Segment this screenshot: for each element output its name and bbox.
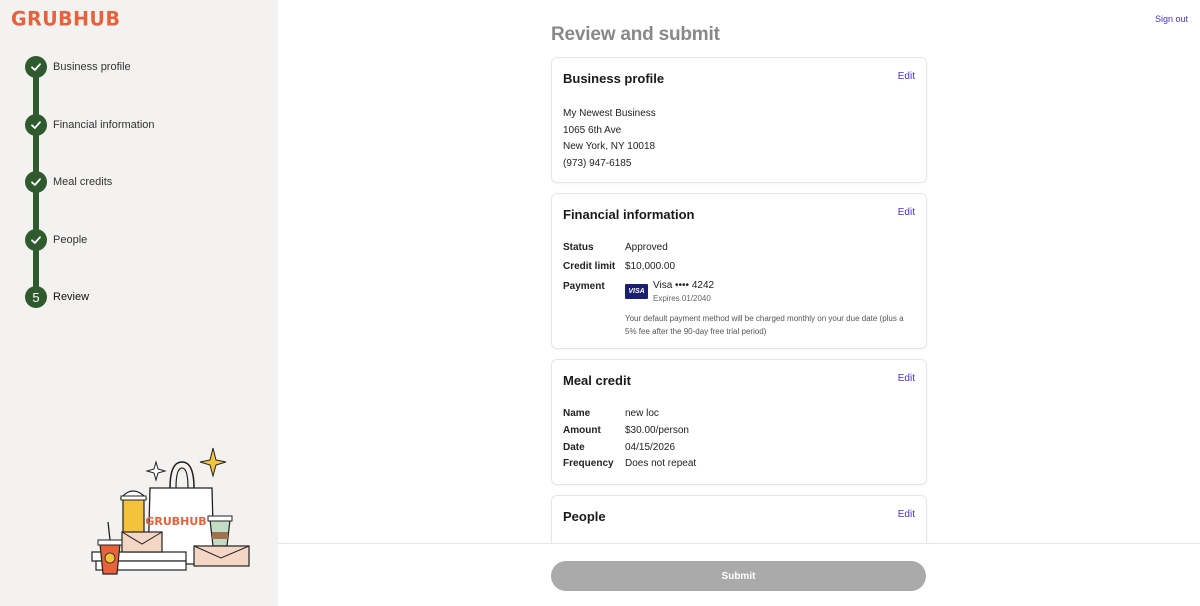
grubhub-logo[interactable]: GRUBHUB (11, 7, 120, 30)
business-profile-card: Business profile Edit My Newest Business… (551, 57, 927, 183)
edit-people-link[interactable]: Edit (898, 509, 915, 520)
step-meal-credits[interactable]: Meal credits (25, 171, 265, 193)
date-value: 04/15/2026 (625, 442, 676, 453)
phone-number: (973) 947-6185 (563, 158, 632, 170)
food-delivery-illustration: GRUBHUB (91, 447, 250, 575)
business-address: My Newest Business 1065 6th Ave New York… (563, 106, 656, 173)
step-label: Review (53, 291, 90, 303)
status-label: Status (563, 242, 594, 253)
people-card: People Edit (551, 495, 927, 543)
review-content[interactable]: Business profile Edit My Newest Business… (278, 0, 1200, 543)
frequency-label: Frequency (563, 458, 614, 469)
submit-button[interactable]: Submit (551, 561, 926, 591)
check-icon (25, 114, 47, 136)
bag-logo-text: GRUBHUB (145, 515, 206, 528)
step-label: Meal credits (53, 176, 113, 188)
status-value: Approved (625, 242, 668, 253)
card-title: Business profile (563, 71, 665, 86)
card-title: Financial information (563, 207, 695, 222)
step-label: Business profile (53, 61, 131, 73)
payment-note: Your default payment method will be char… (625, 314, 904, 336)
card-title: Meal credit (563, 373, 631, 388)
step-review[interactable]: 5 Review (25, 286, 265, 308)
footer-action-bar: Submit (278, 543, 1200, 606)
check-icon (25, 229, 47, 251)
check-icon (25, 56, 47, 78)
edit-business-profile-link[interactable]: Edit (898, 71, 915, 82)
payment-label: Payment (563, 281, 605, 292)
step-label: People (53, 234, 88, 246)
name-label: Name (563, 408, 591, 419)
payment-card-number: Visa •••• 4242 (653, 280, 715, 291)
financial-information-card: Financial information Edit Status Approv… (551, 193, 927, 349)
step-financial-information[interactable]: Financial information (25, 114, 265, 136)
step-number: 5 (25, 286, 47, 308)
edit-financial-information-link[interactable]: Edit (898, 207, 915, 218)
street-address: 1065 6th Ave (563, 124, 622, 136)
edit-meal-credit-link[interactable]: Edit (898, 373, 915, 384)
frequency-value: Does not repeat (625, 458, 697, 469)
business-name: My Newest Business (563, 108, 656, 119)
meal-credit-card: Meal credit Edit Name new loc Amount $30… (551, 359, 927, 485)
sparkle-icon (199, 447, 227, 478)
step-label: Financial information (53, 119, 155, 131)
name-value: new loc (625, 408, 659, 419)
city-state-zip: New York, NY 10018 (563, 141, 656, 153)
card-title: People (563, 509, 606, 524)
amount-value: $30.00/person (625, 425, 689, 436)
step-people[interactable]: People (25, 229, 265, 251)
visa-card-icon: VISA (625, 284, 648, 299)
step-business-profile[interactable]: Business profile (25, 56, 265, 78)
credit-limit-label: Credit limit (563, 261, 616, 272)
credit-limit-value: $10,000.00 (625, 261, 676, 272)
check-icon (25, 171, 47, 193)
date-label: Date (563, 442, 585, 453)
amount-label: Amount (563, 425, 601, 436)
payment-card-expiry: Expires 01/2040 (653, 294, 711, 303)
sparkle-icon (145, 460, 167, 482)
sidebar: GRUBHUB Business profile Financial infor… (0, 0, 278, 606)
